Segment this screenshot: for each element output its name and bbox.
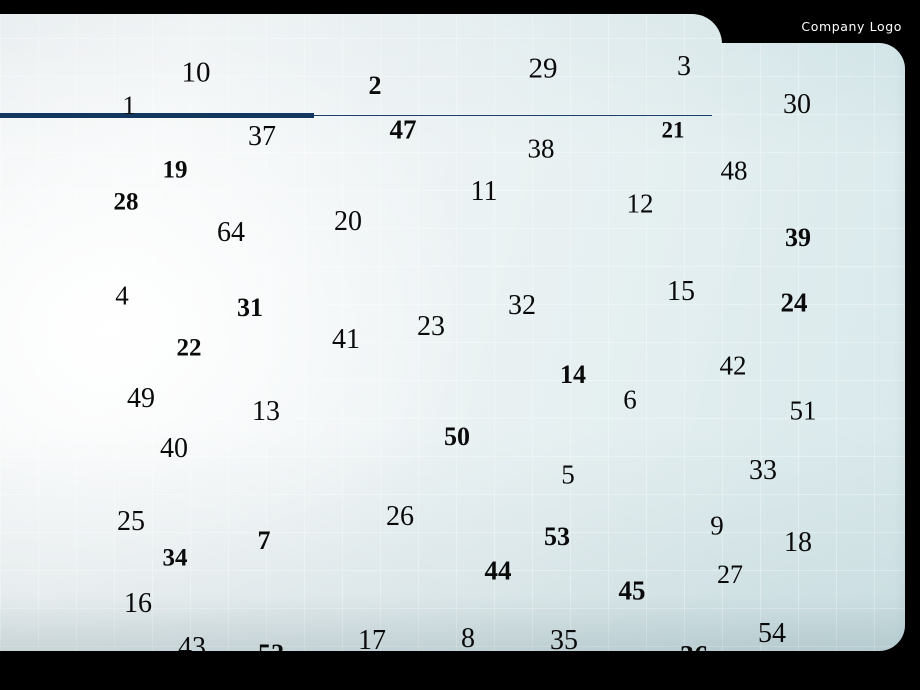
- number-token[interactable]: 38: [528, 135, 555, 163]
- slide-canvas: 10 29 3 2 1 30 37 47 21 38 19 48 11 28 12 20 64 39 15 4 32 24…: [0, 0, 920, 690]
- number-token[interactable]: 18: [784, 529, 812, 557]
- number-token[interactable]: 64: [217, 219, 245, 247]
- number-token[interactable]: 9: [710, 512, 724, 540]
- number-token[interactable]: 28: [114, 190, 139, 215]
- number-token[interactable]: 32: [508, 292, 536, 320]
- number-token[interactable]: 20: [334, 208, 362, 236]
- number-token[interactable]: 34: [163, 546, 188, 571]
- number-token[interactable]: 1: [123, 93, 136, 119]
- content-panel: [0, 0, 920, 690]
- thin-navy-rule: [314, 115, 712, 116]
- number-token[interactable]: 13: [252, 398, 280, 426]
- company-logo-text: Company Logo: [801, 19, 902, 34]
- number-token[interactable]: 22: [177, 336, 202, 361]
- number-token[interactable]: 33: [749, 457, 777, 485]
- number-token[interactable]: 16: [124, 590, 152, 618]
- panel-main-body: [0, 43, 905, 651]
- number-token[interactable]: 12: [627, 190, 654, 218]
- thick-navy-rule: [0, 113, 314, 118]
- number-token[interactable]: 42: [720, 352, 747, 380]
- number-token[interactable]: 51: [790, 397, 817, 425]
- number-token[interactable]: 45: [619, 577, 646, 605]
- number-token[interactable]: 21: [662, 119, 685, 142]
- number-token[interactable]: 37: [248, 123, 276, 151]
- number-token[interactable]: 19: [163, 158, 188, 183]
- number-token[interactable]: 30: [783, 91, 811, 119]
- number-token[interactable]: 23: [417, 313, 445, 341]
- number-token[interactable]: 25: [117, 508, 145, 536]
- number-token[interactable]: 14: [560, 362, 586, 388]
- number-token[interactable]: 47: [390, 116, 417, 144]
- number-token[interactable]: 4: [115, 282, 129, 310]
- number-token[interactable]: 31: [237, 295, 263, 321]
- number-token[interactable]: 40: [160, 435, 188, 463]
- number-token[interactable]: 8: [461, 625, 475, 653]
- number-token[interactable]: 39: [785, 225, 811, 251]
- number-token[interactable]: 53: [544, 524, 570, 550]
- number-token[interactable]: 24: [781, 289, 808, 317]
- number-token[interactable]: 54: [758, 620, 786, 648]
- number-token[interactable]: 15: [667, 278, 695, 306]
- number-token[interactable]: 48: [721, 157, 748, 185]
- number-token[interactable]: 6: [623, 386, 637, 414]
- number-token[interactable]: 7: [258, 528, 271, 554]
- number-token[interactable]: 27: [717, 562, 743, 588]
- number-token[interactable]: 2: [369, 73, 382, 99]
- number-token[interactable]: 29: [529, 54, 558, 84]
- number-token[interactable]: 44: [485, 557, 512, 585]
- number-token[interactable]: 50: [444, 424, 470, 450]
- number-token[interactable]: 49: [127, 385, 155, 413]
- number-token[interactable]: 26: [386, 503, 414, 531]
- panel-gradient-fill: [0, 43, 905, 651]
- number-token[interactable]: 5: [561, 461, 575, 489]
- footer-band: [0, 651, 920, 690]
- number-token[interactable]: 3: [677, 53, 691, 81]
- number-token[interactable]: 41: [332, 326, 360, 354]
- number-token[interactable]: 10: [182, 58, 211, 88]
- number-token[interactable]: 11: [471, 178, 498, 206]
